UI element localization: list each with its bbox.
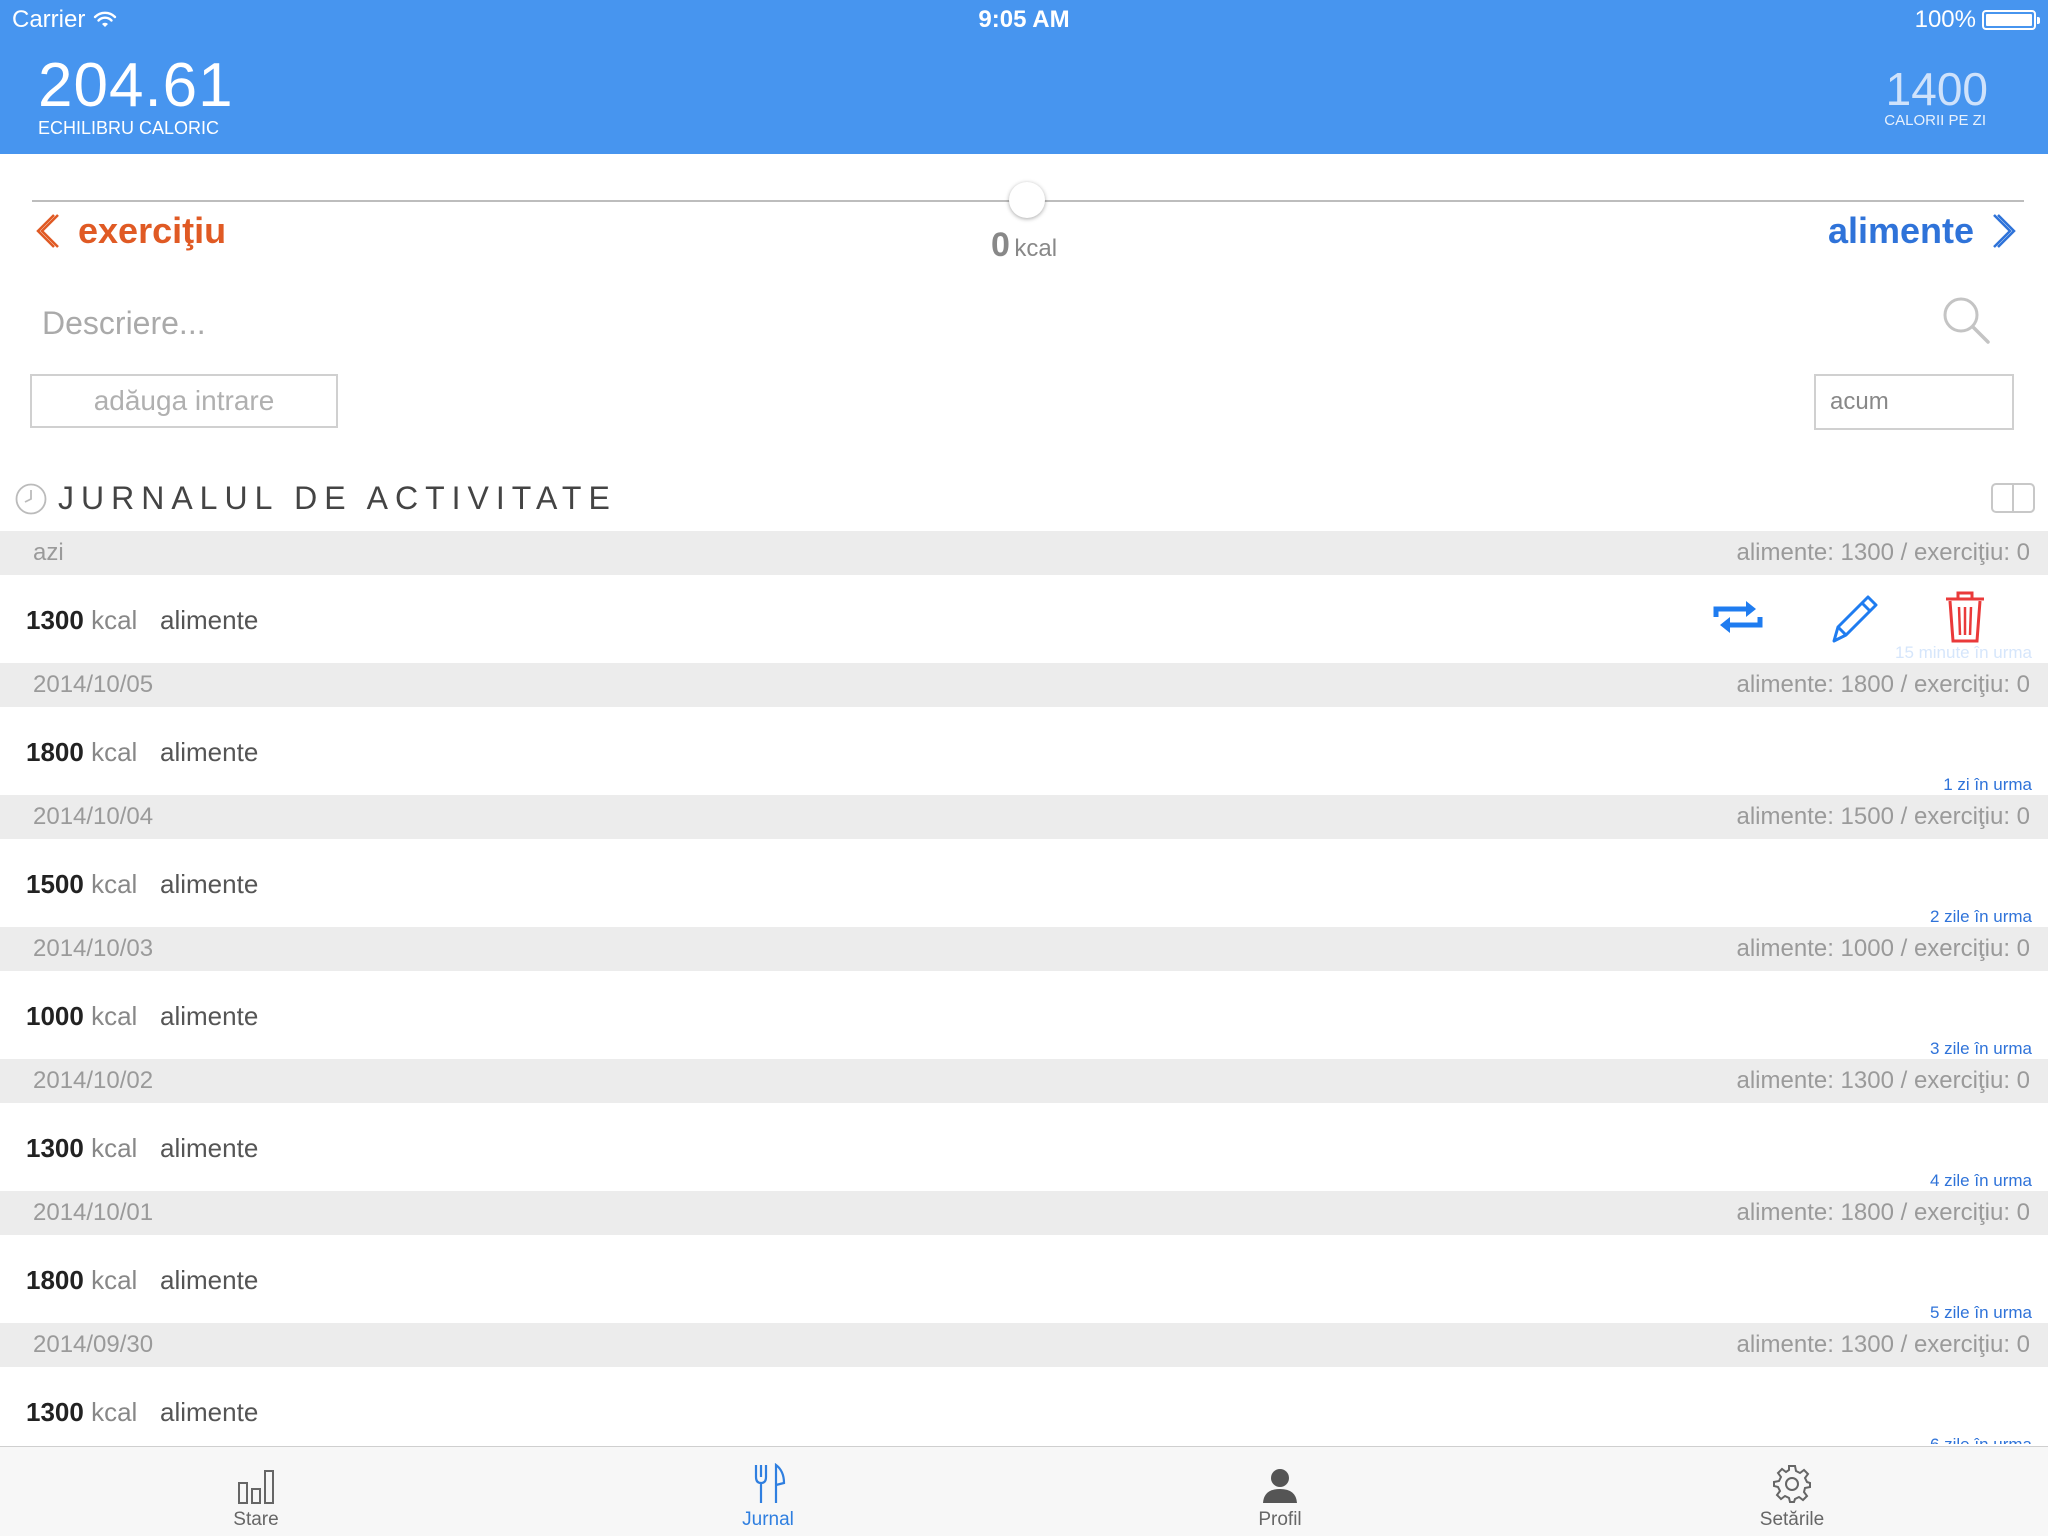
daily-calories-value: 1400	[1885, 63, 1988, 115]
fork-knife-icon	[754, 1463, 786, 1503]
search-icon[interactable]	[1940, 294, 1992, 346]
description-input[interactable]	[40, 296, 1844, 350]
caloric-balance-value: 204.61	[38, 51, 234, 120]
day-date: azi	[33, 539, 64, 566]
status-time: 9:05 AM	[978, 6, 1070, 33]
entry-actions	[1710, 589, 1988, 645]
entry-time-ago: 1 zi în urma	[1943, 775, 2032, 794]
kcal-unit: kcal	[1014, 235, 1058, 262]
battery-icon	[1982, 10, 2040, 30]
entry-time-ago: 6 zile în urma	[1930, 1435, 2032, 1444]
log-entry[interactable]: 1500 kcal alimente 2 zile în urma	[0, 839, 2048, 927]
log-entry[interactable]: 1300 kcal alimente 15 minute în urma	[0, 575, 2048, 663]
food-button[interactable]: alimente	[1828, 210, 2020, 252]
day-date: 2014/10/03	[33, 935, 154, 962]
day-header: 2014/09/30 alimente: 1300 / exerciţiu: 0	[0, 1323, 2048, 1367]
entry-kcal: 1800 kcal	[26, 1265, 138, 1295]
tab-label: Stare	[233, 1509, 279, 1530]
status-battery: 100%	[1914, 6, 2040, 34]
day-summary: alimente: 1300 / exerciţiu: 0	[1736, 1067, 2031, 1094]
day-date: 2014/10/04	[33, 803, 154, 830]
entry-time-ago: 4 zile în urma	[1929, 1171, 2032, 1190]
entry-time-ago: 3 zile în urma	[1929, 1039, 2032, 1058]
day-header: 2014/10/04 alimente: 1500 / exerciţiu: 0	[0, 795, 2048, 839]
day-summary: alimente: 1800 / exerciţiu: 0	[1736, 1199, 2031, 1226]
day-header: azi alimente: 1300 / exerciţiu: 0	[0, 531, 2048, 575]
day-summary: alimente: 1300 / exerciţiu: 0	[1736, 539, 2031, 566]
day-header: 2014/10/05 alimente: 1800 / exerciţiu: 0	[0, 663, 2048, 707]
tab-bar: Stare Jurnal Profil Setările	[0, 1446, 2048, 1536]
entry-kcal: 1800 kcal	[26, 737, 138, 767]
entry-kind: alimente	[160, 1265, 259, 1295]
header-bar: Carrier 9:05 AM 100% 204.61 ECHILIBRU CA…	[0, 0, 2048, 154]
log-entry[interactable]: 1000 kcal alimente 3 zile în urma	[0, 971, 2048, 1059]
tab-profil[interactable]: Profil	[1180, 1447, 1380, 1537]
entry-kind: alimente	[160, 1133, 259, 1163]
tab-label: Jurnal	[742, 1509, 794, 1530]
tab-label: Profil	[1258, 1509, 1302, 1530]
entry-kind: alimente	[160, 737, 259, 767]
entry-kind: alimente	[160, 869, 259, 899]
day-summary: alimente: 1000 / exerciţiu: 0	[1736, 935, 2031, 962]
person-icon	[1263, 1469, 1297, 1503]
clock-icon	[15, 483, 47, 514]
entry-kcal: 1300 kcal	[26, 1133, 138, 1163]
log-entry[interactable]: 1800 kcal alimente 5 zile în urma	[0, 1235, 2048, 1323]
caloric-balance-label: ECHILIBRU CALORIC	[38, 118, 220, 138]
day-date: 2014/10/05	[33, 671, 154, 698]
daily-calories-label: CALORII PE ZI	[1884, 112, 1986, 129]
day-header: 2014/10/03 alimente: 1000 / exerciţiu: 0	[0, 927, 2048, 971]
repeat-icon[interactable]	[1710, 597, 1766, 637]
tab-label: Setările	[1759, 1509, 1825, 1530]
entry-kind: alimente	[160, 1001, 259, 1031]
trash-icon[interactable]	[1942, 589, 1988, 645]
add-entry-button[interactable]: adăuga intrare	[30, 374, 338, 428]
battery-percent: 100%	[1914, 6, 1976, 33]
day-date: 2014/10/02	[33, 1067, 154, 1094]
book-icon[interactable]	[1990, 480, 2036, 516]
entry-time-ago: 15 minute în urma	[1894, 643, 2032, 662]
entry-time-ago: 5 zile în urma	[1929, 1303, 2032, 1322]
kcal-slider-thumb[interactable]	[1009, 182, 1045, 218]
bar-chart-icon	[238, 1470, 274, 1504]
entry-kcal: 1300 kcal	[26, 1397, 138, 1427]
tab-stare[interactable]: Stare	[156, 1447, 356, 1537]
day-summary: alimente: 1500 / exerciţiu: 0	[1736, 803, 2031, 830]
log-entry[interactable]: 1300 kcal alimente 6 zile în urma	[0, 1367, 2048, 1444]
activity-log-list[interactable]: azi alimente: 1300 / exerciţiu: 0 1300 k…	[0, 531, 2048, 1444]
activity-log-header: JURNALUL DE ACTIVITATE	[14, 480, 617, 517]
activity-log-title: JURNALUL DE ACTIVITATE	[58, 480, 617, 516]
kcal-readout: 0 kcal	[0, 226, 2048, 265]
log-entry[interactable]: 1800 kcal alimente 1 zi în urma	[0, 707, 2048, 795]
kcal-value: 0	[990, 226, 1010, 264]
edit-pencil-icon[interactable]	[1826, 589, 1882, 645]
food-label: alimente	[1827, 210, 1974, 251]
gear-icon	[1773, 1465, 1811, 1503]
entry-kind: alimente	[160, 605, 259, 635]
day-summary: alimente: 1800 / exerciţiu: 0	[1736, 671, 2031, 698]
chevron-right-icon	[1993, 214, 2016, 248]
entry-kind: alimente	[160, 1397, 259, 1427]
tab-setari[interactable]: Setările	[1692, 1447, 1892, 1537]
tab-jurnal[interactable]: Jurnal	[668, 1447, 868, 1537]
entry-kcal: 1000 kcal	[26, 1001, 138, 1031]
day-date: 2014/09/30	[33, 1331, 154, 1358]
entry-time-ago: 2 zile în urma	[1929, 907, 2032, 926]
entry-kcal: 1300 kcal	[26, 605, 138, 635]
log-entry[interactable]: 1300 kcal alimente 4 zile în urma	[0, 1103, 2048, 1191]
day-summary: alimente: 1300 / exerciţiu: 0	[1736, 1331, 2031, 1358]
entry-kcal: 1500 kcal	[26, 869, 138, 899]
time-input[interactable]	[1814, 374, 2014, 430]
day-header: 2014/10/02 alimente: 1300 / exerciţiu: 0	[0, 1059, 2048, 1103]
day-header: 2014/10/01 alimente: 1800 / exerciţiu: 0	[0, 1191, 2048, 1235]
day-date: 2014/10/01	[33, 1199, 154, 1226]
